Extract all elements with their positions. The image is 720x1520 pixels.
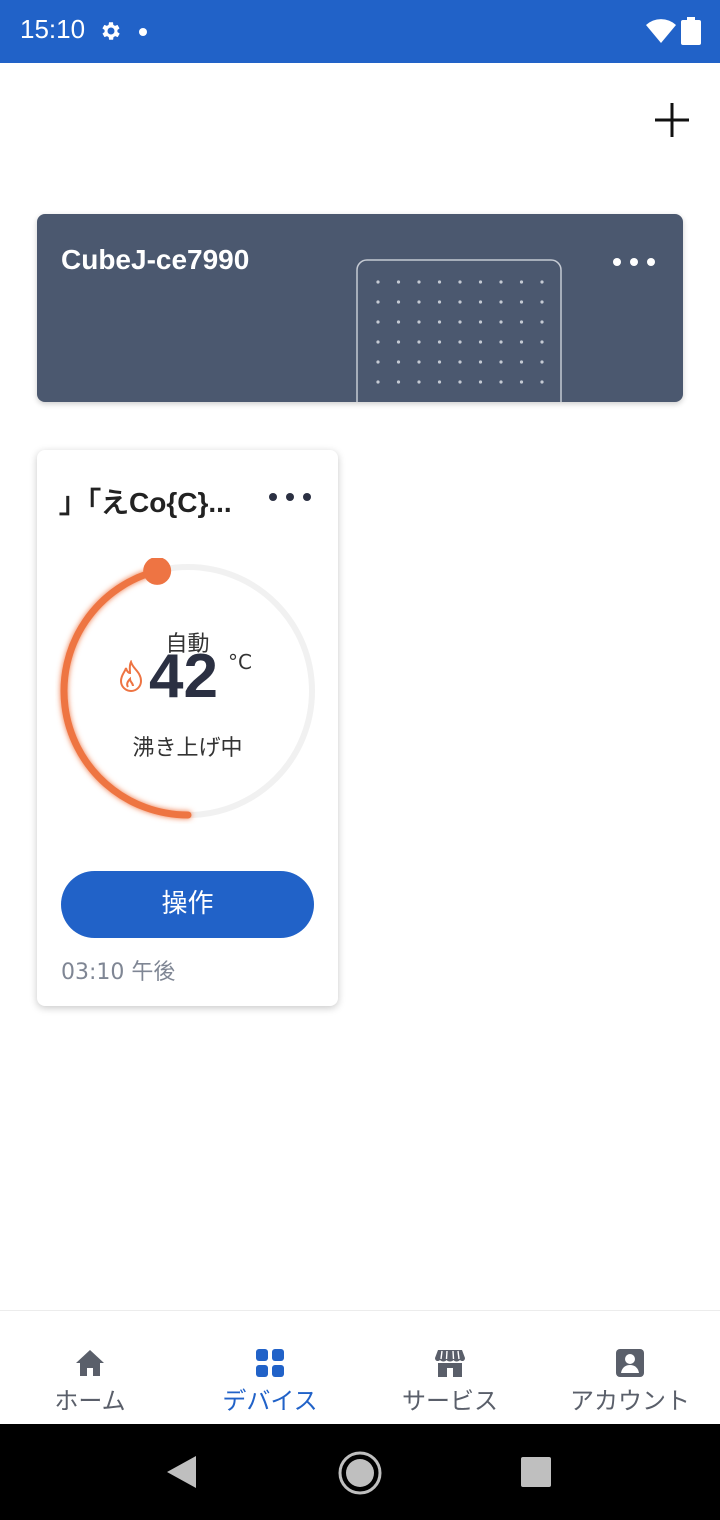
wifi-icon: [646, 19, 676, 43]
grid-dot: [540, 300, 544, 304]
grid-dot: [417, 360, 421, 364]
grid-dot: [458, 360, 462, 364]
grid-dot: [499, 340, 503, 344]
grid-dot: [499, 320, 503, 324]
grid-dot: [437, 340, 442, 344]
grid-dot: [540, 340, 544, 344]
device-title: 」「えCo{C}...: [59, 487, 232, 518]
grid-dot: [396, 380, 401, 384]
gateway-name: CubeJ-ce7990: [61, 244, 250, 275]
grid-dot: [478, 320, 483, 324]
grid-dot: [499, 360, 503, 364]
more-options-icon[interactable]: [267, 486, 313, 508]
gear-icon: [102, 22, 120, 40]
plus-icon: [655, 103, 689, 137]
grid-dot: [437, 300, 442, 304]
grid-dot: [376, 380, 380, 384]
nav-label-services: サービス: [402, 1387, 498, 1415]
device-status: 沸き上げ中: [132, 736, 243, 761]
nav-item-devices[interactable]: デバイス: [180, 1311, 360, 1425]
grid-dot: [519, 360, 524, 364]
store-icon: [435, 1350, 465, 1377]
grid-dot: [540, 380, 544, 384]
grid-dot: [396, 280, 401, 284]
grid-dot: [437, 320, 442, 324]
bottom-navigation: ホーム デバイス サービス アカウント: [0, 1310, 720, 1425]
home-button-icon[interactable]: [336, 1449, 384, 1497]
status-time: 15:10: [20, 14, 86, 44]
grid-dot: [458, 320, 462, 324]
last-updated-time: 03:10 午後: [61, 960, 176, 985]
temperature-unit: °C: [228, 650, 252, 674]
grid-dot: [458, 380, 462, 384]
gauge-knob: [143, 558, 172, 585]
flame-icon: [119, 660, 143, 692]
add-device-button[interactable]: [648, 96, 696, 144]
grid-icon: [256, 1349, 284, 1377]
grid-dot: [540, 280, 544, 284]
grid-dot: [499, 380, 503, 384]
gateway-device-illustration: [356, 259, 562, 402]
grid-dot: [458, 340, 462, 344]
grid-dot: [478, 380, 483, 384]
grid-dot: [376, 300, 380, 304]
device-card[interactable]: 」「えCo{C}... 自動 42 °C 沸き上げ中 操作 03:10 午後: [37, 450, 338, 1006]
grid-dot: [396, 320, 401, 324]
battery-icon: [681, 17, 701, 45]
grid-dot: [478, 280, 483, 284]
grid-dot: [437, 380, 442, 384]
grid-dot: [499, 300, 503, 304]
grid-dot: [437, 360, 442, 364]
temperature-value: 42: [149, 642, 218, 711]
notification-dot-icon: [139, 28, 147, 36]
grid-dot: [417, 380, 421, 384]
operate-button[interactable]: 操作: [61, 871, 314, 938]
grid-dot: [417, 300, 421, 304]
grid-dot: [478, 300, 483, 304]
grid-dot: [376, 320, 380, 324]
grid-dot: [519, 280, 524, 284]
grid-dot: [519, 380, 524, 384]
nav-item-home[interactable]: ホーム: [0, 1311, 180, 1425]
grid-dot: [437, 280, 442, 284]
grid-dot: [376, 280, 380, 284]
nav-item-account[interactable]: アカウント: [540, 1311, 720, 1425]
nav-label-devices: デバイス: [222, 1387, 318, 1415]
grid-dot: [519, 300, 524, 304]
gateway-card[interactable]: CubeJ-ce7990: [37, 214, 683, 402]
more-options-icon[interactable]: [611, 250, 657, 274]
account-icon: [616, 1349, 644, 1377]
grid-dot: [519, 340, 524, 344]
grid-dot: [417, 320, 421, 324]
grid-dot: [540, 360, 544, 364]
grid-dot: [519, 320, 524, 324]
nav-label-account: アカウント: [570, 1387, 690, 1415]
nav-label-home: ホーム: [54, 1387, 126, 1415]
grid-dot: [458, 280, 462, 284]
grid-dot: [478, 340, 483, 344]
grid-dot: [376, 340, 380, 344]
recents-button-icon[interactable]: [520, 1456, 552, 1488]
home-icon: [76, 1350, 104, 1376]
grid-dot: [478, 360, 483, 364]
grid-dot: [396, 360, 401, 364]
status-bar: 15:10: [0, 0, 720, 63]
system-navigation-bar: [0, 1424, 720, 1520]
grid-dot: [396, 300, 401, 304]
nav-item-services[interactable]: サービス: [360, 1311, 540, 1425]
grid-dot: [458, 300, 462, 304]
back-button-icon[interactable]: [164, 1454, 198, 1490]
grid-dot: [540, 320, 544, 324]
grid-dot: [499, 280, 503, 284]
grid-dot: [376, 360, 380, 364]
grid-dot: [396, 340, 401, 344]
grid-dot: [417, 340, 421, 344]
grid-dot: [417, 280, 421, 284]
